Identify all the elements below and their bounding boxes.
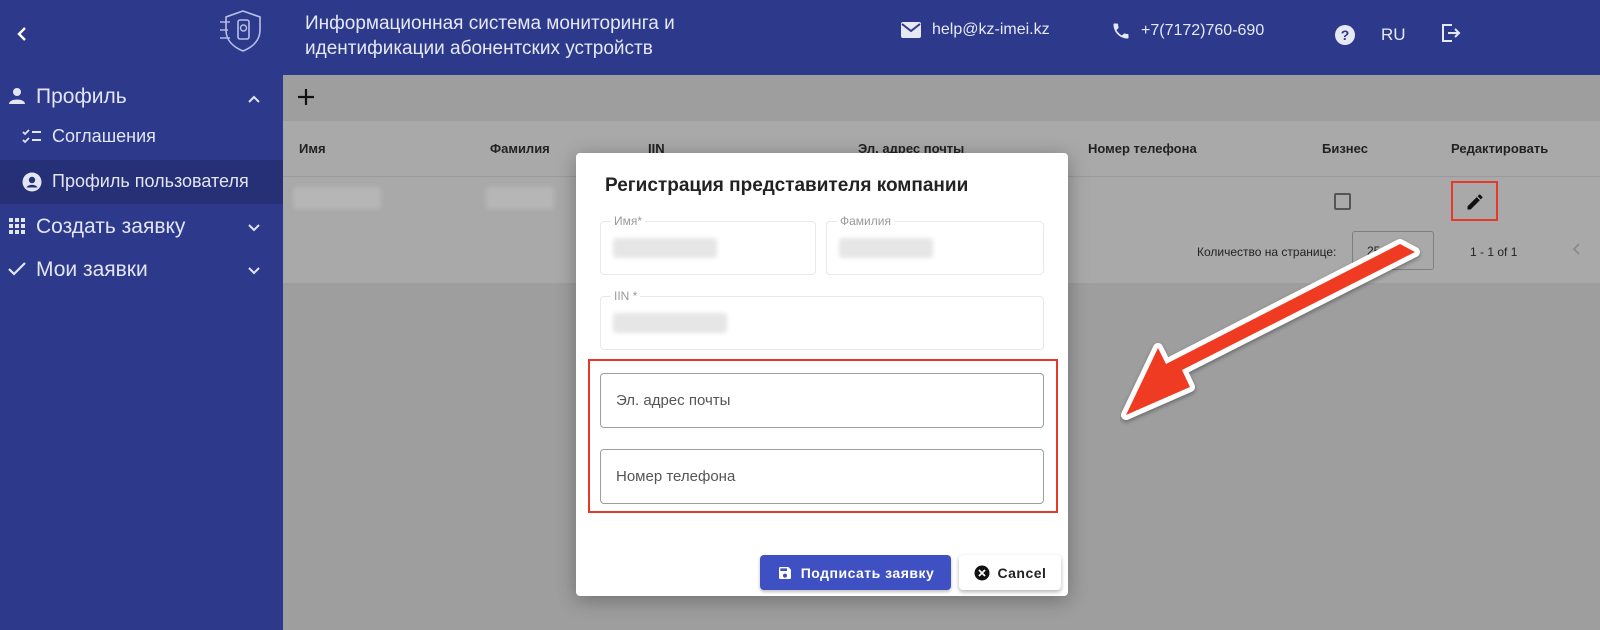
phone-input[interactable]: Номер телефона bbox=[600, 449, 1044, 504]
sidebar-label-agreements: Соглашения bbox=[52, 126, 156, 146]
sidebar-item-user-profile[interactable]: Профиль пользователя bbox=[0, 160, 283, 204]
sign-request-label: Подписать заявку bbox=[800, 564, 935, 581]
logout-icon[interactable] bbox=[1438, 21, 1462, 45]
sidebar-label-my-requests: Мои заявки bbox=[36, 258, 148, 281]
chevron-down-icon bbox=[248, 267, 260, 275]
email-input[interactable]: Эл. адрес почты bbox=[600, 373, 1044, 428]
sidebar-item-my-requests[interactable]: Мои заявки bbox=[0, 258, 283, 284]
shield-device-logo-icon bbox=[220, 10, 261, 52]
save-icon bbox=[778, 566, 791, 579]
sidebar-item-profile[interactable]: Профиль bbox=[0, 85, 283, 111]
redacted-last-name bbox=[486, 187, 554, 209]
checkmark-icon bbox=[8, 262, 26, 276]
sidebar-label-user-profile: Профиль пользователя bbox=[52, 171, 249, 191]
register-representative-dialog: Регистрация представителя компании Имя* … bbox=[576, 153, 1068, 596]
chevron-down-icon bbox=[248, 224, 260, 232]
add-icon[interactable] bbox=[295, 86, 317, 108]
email-placeholder: Эл. адрес почты bbox=[616, 392, 731, 409]
support-phone[interactable]: +7(7172)760-690 bbox=[1111, 21, 1264, 41]
sign-request-button[interactable]: Подписать заявку bbox=[760, 555, 951, 590]
svg-text:?: ? bbox=[1341, 27, 1350, 43]
sidebar: Профиль Соглашения Профиль пользователя … bbox=[0, 75, 283, 630]
cancel-label: Cancel bbox=[997, 564, 1047, 581]
cancel-circle-icon bbox=[974, 565, 990, 580]
sidebar-item-create-request[interactable]: Создать заявку bbox=[0, 215, 283, 241]
help-icon[interactable]: ? bbox=[1334, 24, 1356, 46]
column-header-phone: Номер телефона bbox=[1088, 141, 1197, 156]
column-header-business: Бизнес bbox=[1322, 141, 1368, 156]
system-title: Информационная система мониторинга и иде… bbox=[305, 13, 675, 59]
mail-icon bbox=[901, 22, 921, 38]
last-name-field[interactable]: Фамилия bbox=[826, 214, 1044, 275]
chevron-left-icon[interactable] bbox=[10, 22, 34, 46]
checklist-icon bbox=[22, 129, 41, 144]
phone-icon bbox=[1113, 23, 1129, 39]
iin-label: IIN * bbox=[611, 289, 641, 303]
redacted-last-name-value bbox=[839, 238, 933, 258]
language-switch[interactable]: RU bbox=[1381, 25, 1406, 45]
redacted-first-name bbox=[293, 187, 381, 209]
app-header: Информационная система мониторинга и иде… bbox=[0, 0, 1600, 75]
sidebar-label-profile: Профиль bbox=[36, 85, 127, 108]
column-header-last-name: Фамилия bbox=[490, 141, 550, 156]
phone-placeholder: Номер телефона bbox=[616, 468, 736, 485]
last-name-label: Фамилия bbox=[837, 214, 894, 228]
pagination-range: 1 - 1 of 1 bbox=[1470, 245, 1518, 259]
phone-text: +7(7172)760-690 bbox=[1141, 22, 1265, 39]
pencil-icon bbox=[1467, 194, 1483, 210]
column-header-first-name: Имя bbox=[299, 141, 326, 156]
redacted-iin-value bbox=[613, 313, 727, 333]
dialog-title: Регистрация представителя компании bbox=[605, 175, 969, 196]
chevron-left-icon[interactable] bbox=[1569, 241, 1585, 257]
grid-icon bbox=[9, 218, 25, 234]
first-name-label: Имя* bbox=[611, 214, 646, 228]
annotation-arrow-icon bbox=[1121, 239, 1420, 420]
business-checkbox[interactable] bbox=[1334, 193, 1351, 210]
support-email[interactable]: help@kz-imei.kz bbox=[900, 21, 1050, 39]
iin-field[interactable]: IIN * bbox=[600, 289, 1044, 350]
person-icon bbox=[9, 88, 25, 104]
first-name-field[interactable]: Имя* bbox=[600, 214, 816, 275]
chevron-up-icon bbox=[248, 95, 260, 103]
cancel-button[interactable]: Cancel bbox=[959, 555, 1061, 590]
column-header-edit: Редактировать bbox=[1451, 141, 1549, 156]
edit-button[interactable] bbox=[1451, 181, 1498, 221]
redacted-first-name-value bbox=[613, 238, 717, 258]
sidebar-item-agreements[interactable]: Соглашения bbox=[0, 115, 283, 159]
sidebar-label-create-request: Создать заявку bbox=[36, 215, 186, 238]
email-text: help@kz-imei.kz bbox=[932, 21, 1050, 38]
account-circle-icon bbox=[22, 172, 42, 192]
